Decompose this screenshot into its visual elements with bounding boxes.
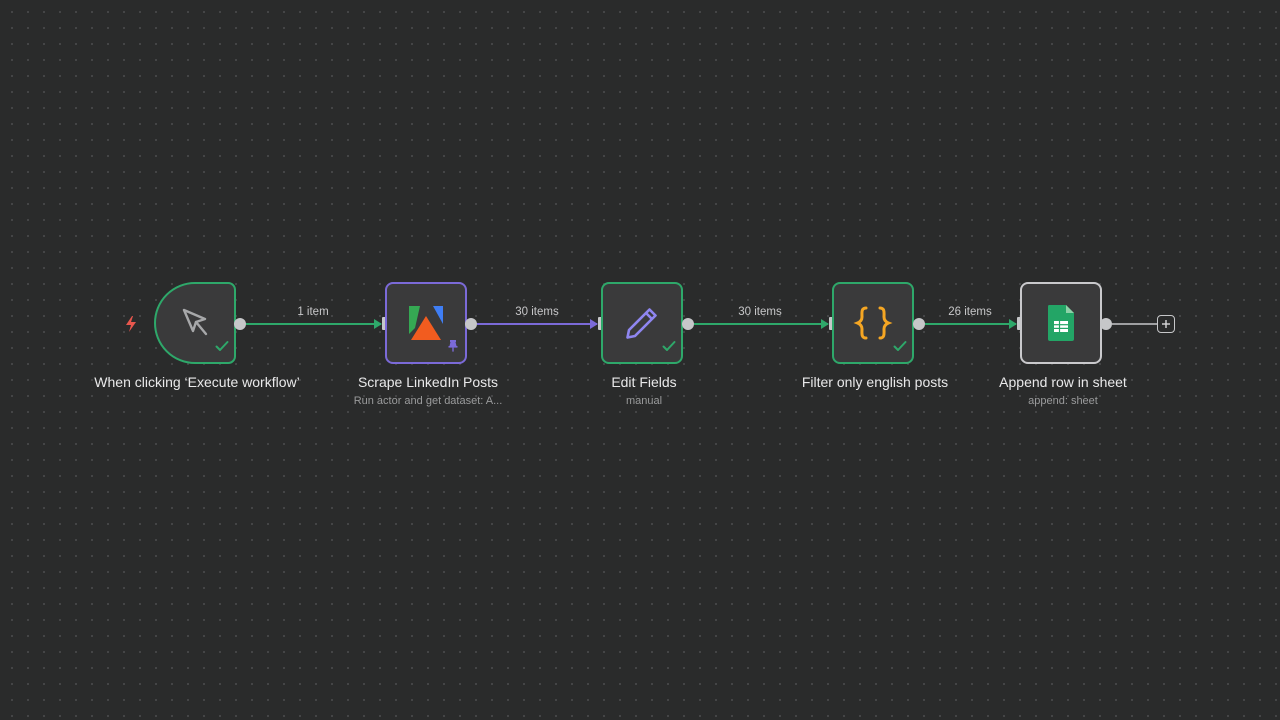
connection-3-arrow — [821, 319, 829, 329]
node-filter-english[interactable] — [832, 282, 914, 364]
cursor-icon — [178, 306, 212, 340]
node-title: When clicking ‘Execute workflow’ — [94, 374, 300, 390]
workflow-canvas[interactable]: 1 item 30 items 30 items 26 items When c… — [0, 0, 1280, 720]
node-label: When clicking ‘Execute workflow’ — [92, 373, 302, 391]
node-title: Append row in sheet — [999, 374, 1127, 390]
connection-4-arrow — [1009, 319, 1017, 329]
node-label: Scrape LinkedIn Posts Run actor and get … — [323, 373, 533, 408]
node-title: Edit Fields — [611, 374, 677, 390]
connection-4-label: 26 items — [948, 306, 992, 318]
connection-1-arrow — [374, 319, 382, 329]
code-braces-icon — [853, 303, 893, 343]
pencil-icon — [623, 304, 661, 342]
success-check-icon — [215, 339, 229, 357]
node-label: Edit Fields manual — [539, 373, 749, 408]
node-subtitle: Run actor and get dataset: A... — [353, 395, 503, 407]
connection-2-arrow — [590, 319, 598, 329]
apify-logo-icon — [406, 303, 446, 343]
output-handle[interactable] — [1100, 318, 1112, 330]
node-manual-trigger[interactable] — [154, 282, 236, 364]
node-label: Append row in sheet append: sheet — [958, 373, 1168, 408]
output-handle[interactable] — [913, 318, 925, 330]
add-node-button[interactable] — [1157, 315, 1175, 333]
pin-icon — [447, 339, 459, 357]
connection-2-label: 30 items — [515, 306, 559, 318]
node-title: Filter only english posts — [801, 374, 949, 390]
node-subtitle: append: sheet — [1028, 395, 1098, 407]
connection-1-label: 1 item — [297, 306, 329, 318]
connection-3-label: 30 items — [738, 306, 782, 318]
success-check-icon — [893, 339, 907, 357]
node-scrape-linkedin[interactable] — [385, 282, 467, 364]
node-title: Scrape LinkedIn Posts — [357, 374, 499, 390]
node-append-row[interactable] — [1020, 282, 1102, 364]
node-subtitle: manual — [625, 395, 663, 407]
trigger-bolt-icon — [124, 315, 138, 338]
success-check-icon — [662, 339, 676, 357]
output-handle[interactable] — [465, 318, 477, 330]
output-handle[interactable] — [234, 318, 246, 330]
node-label: Filter only english posts — [770, 373, 980, 391]
plus-icon — [1162, 320, 1170, 328]
output-handle[interactable] — [682, 318, 694, 330]
google-sheets-icon — [1046, 304, 1076, 342]
node-edit-fields[interactable] — [601, 282, 683, 364]
